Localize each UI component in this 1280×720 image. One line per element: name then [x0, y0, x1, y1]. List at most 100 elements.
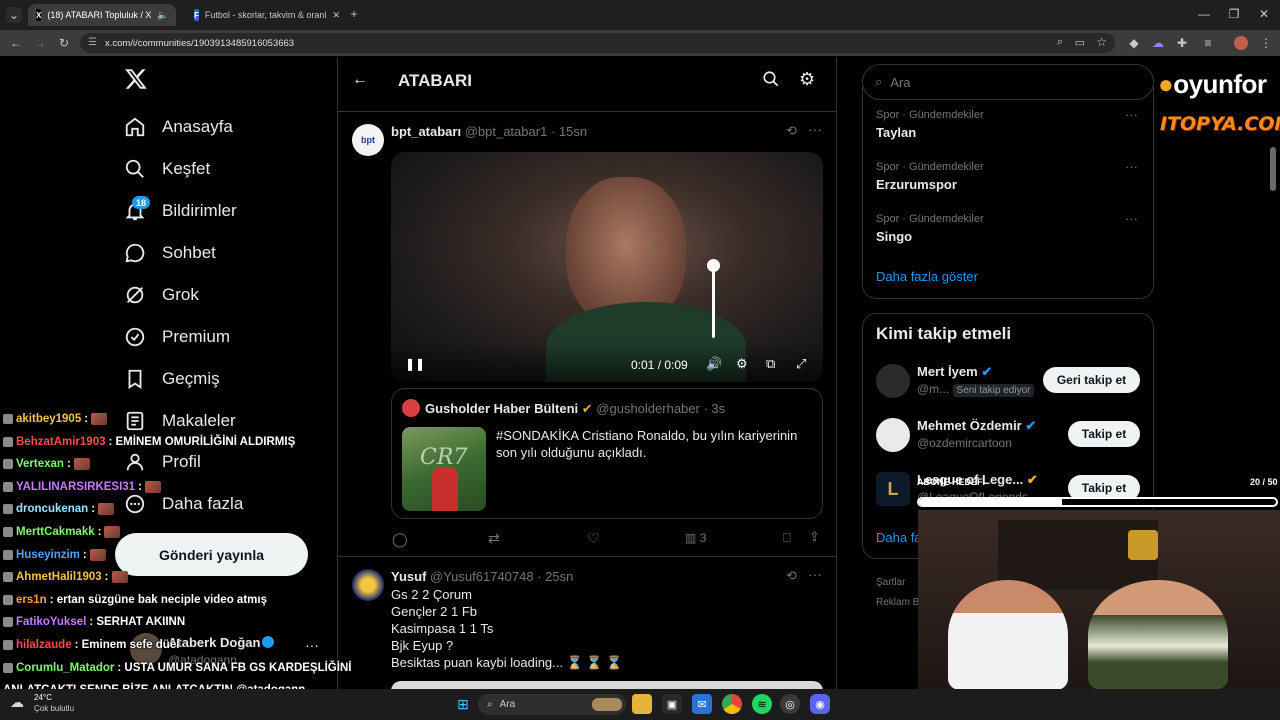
bookmark-action-icon[interactable]: ⎕	[783, 530, 791, 546]
grok-explain-icon[interactable]: ⟲	[786, 568, 797, 584]
tab-close-icon[interactable]: ✕	[332, 10, 340, 21]
sidebar-item-premium[interactable]: Premium	[124, 322, 230, 352]
show-more-link[interactable]: Daha fazla göster	[876, 269, 978, 284]
volume-slider[interactable]	[712, 264, 715, 338]
tab-close-icon[interactable]: ✕	[175, 10, 176, 21]
discord-icon[interactable]: ◉	[810, 694, 830, 714]
extension-icon[interactable]: ◆	[1126, 35, 1142, 51]
quote-tweet[interactable]: Gusholder Haber Bülteni ✔ @gusholderhabe…	[391, 388, 823, 519]
tweet-avatar[interactable]	[352, 569, 384, 601]
windows-taskbar: ☁ 24°C Çok bulutlu ⊞ ⌕ Ara ▣ ✉ ≋ ◎ ◉	[0, 689, 1280, 720]
x-logo-icon[interactable]	[124, 67, 150, 93]
minimize-icon[interactable]: —	[1196, 6, 1212, 22]
tweet-line: Bjk Eyup ?	[391, 638, 454, 653]
tweet-author[interactable]: bpt_atabarı	[391, 124, 461, 139]
follow-name[interactable]: Mert İyem ✔	[917, 364, 992, 380]
footer-terms-link[interactable]: Şartlar	[876, 577, 905, 588]
file-explorer-icon[interactable]	[632, 694, 652, 714]
tweet-more-icon[interactable]: ···	[808, 566, 822, 582]
trend-item[interactable]: Spor · Gündemdekiler Singo	[876, 213, 984, 244]
video-settings-icon[interactable]: ⚙	[736, 356, 748, 372]
new-tab-icon[interactable]: +	[346, 6, 362, 22]
back-icon[interactable]: ←	[8, 35, 24, 51]
zoom-icon[interactable]: ⌕	[1057, 36, 1063, 49]
tweet-time[interactable]: · 25sn	[537, 569, 573, 584]
trend-name: Singo	[876, 229, 913, 244]
volume-slider-handle[interactable]	[707, 259, 720, 272]
pip-icon[interactable]: ⧉	[766, 356, 775, 372]
share-icon[interactable]: ⇪	[809, 529, 820, 545]
tweet-2-media[interactable]	[391, 681, 823, 689]
menu-icon[interactable]: ≡	[1200, 35, 1216, 51]
footer-ads-link[interactable]: Reklam Bi	[876, 597, 922, 608]
show-more-link[interactable]: Daha fa	[876, 530, 922, 545]
back-arrow-icon[interactable]: ←	[352, 71, 368, 89]
settings-gear-icon[interactable]: ⚙	[799, 69, 815, 90]
taskbar-search[interactable]: ⌕ Ara	[478, 694, 626, 715]
tab-x-community[interactable]: X (18) ATABARI Topluluk / X 🔈 ✕	[28, 4, 176, 26]
reply-icon[interactable]: ◯	[392, 531, 408, 548]
tab-mute-icon[interactable]: 🔈	[157, 10, 168, 21]
tweet-more-icon[interactable]: ···	[808, 121, 822, 137]
account-more-icon[interactable]: ···	[305, 637, 319, 653]
mail-icon[interactable]: ✉	[692, 694, 712, 714]
chrome-icon[interactable]	[722, 694, 742, 714]
app-icon[interactable]: ◎	[780, 694, 800, 714]
trend-item[interactable]: Spor · Gündemdekiler Taylan	[876, 109, 984, 140]
tweet-time[interactable]: · 15sn	[551, 124, 587, 139]
tweet-avatar[interactable]: bpt	[352, 124, 384, 156]
sidebar-item-bookmarks[interactable]: Geçmiş	[124, 364, 220, 394]
follow-button[interactable]: Takip et	[1068, 421, 1140, 447]
follow-name[interactable]: Mehmet Özdemir ✔	[917, 418, 1036, 434]
trend-more-icon[interactable]: ···	[1125, 107, 1138, 122]
close-window-icon[interactable]: ✕	[1256, 6, 1272, 22]
like-icon[interactable]: ♡	[587, 530, 600, 547]
follow-avatar[interactable]: L	[876, 472, 910, 506]
follow-avatar[interactable]	[876, 418, 910, 452]
header-search-icon[interactable]	[762, 70, 780, 93]
trend-more-icon[interactable]: ···	[1125, 211, 1138, 226]
follow-avatar[interactable]	[876, 364, 910, 398]
page-scrollbar[interactable]	[1270, 147, 1276, 191]
sidebar-item-profile[interactable]: Profil	[124, 447, 201, 477]
sidebar-item-chat[interactable]: Sohbet	[124, 238, 216, 268]
profile-avatar[interactable]	[1234, 36, 1248, 50]
trend-more-icon[interactable]: ···	[1125, 159, 1138, 174]
forward-icon[interactable]: →	[32, 35, 48, 51]
tweet-handle[interactable]: @bpt_atabar1	[465, 124, 548, 139]
post-button[interactable]: Gönderi yayınla	[115, 533, 308, 576]
store-icon[interactable]: ▣	[662, 694, 682, 714]
reload-icon[interactable]: ↻	[56, 35, 72, 51]
restore-icon[interactable]: ❐	[1226, 6, 1242, 22]
cast-icon[interactable]: ▭	[1075, 36, 1085, 49]
start-windows-icon[interactable]: ⊞	[453, 694, 473, 714]
bookmark-star-icon[interactable]: ☆	[1096, 35, 1107, 49]
sidebar-item-more[interactable]: Daha fazla	[124, 489, 243, 519]
extension-2-icon[interactable]: ☁	[1150, 35, 1166, 51]
spotify-icon[interactable]: ≋	[752, 694, 772, 714]
sidebar-item-home[interactable]: Anasayfa	[124, 112, 233, 142]
tweet-handle[interactable]: @Yusuf61740748	[430, 569, 534, 584]
tweet-video[interactable]: ❚❚ 0:01 / 0:09 🔊 ⚙ ⧉ ⤢	[391, 152, 823, 382]
site-info-icon[interactable]: ☰	[88, 37, 97, 48]
extensions-puzzle-icon[interactable]: ✚	[1174, 35, 1190, 51]
sidebar-item-explore[interactable]: Keşfet	[124, 154, 210, 184]
weather-temp[interactable]: 24°C	[34, 693, 52, 702]
tab-futbol[interactable]: F Futbol - skorlar, takvim & oranl ✕	[186, 4, 341, 26]
follow-back-button[interactable]: Geri takip et	[1043, 367, 1140, 393]
pause-icon[interactable]: ❚❚	[405, 357, 425, 371]
address-bar[interactable]: ☰ x.com/i/communities/190391348591605366…	[80, 33, 1115, 53]
weather-desc[interactable]: Çok bulutlu	[34, 704, 74, 713]
grok-explain-icon[interactable]: ⟲	[786, 123, 797, 139]
more-icon[interactable]: ⋮	[1258, 35, 1274, 51]
tweet-author[interactable]: Yusuf	[391, 569, 426, 584]
retweet-icon[interactable]: ⇄	[488, 530, 500, 547]
views-count[interactable]: ▥ 3	[685, 531, 706, 545]
fullscreen-icon[interactable]: ⤢	[796, 356, 806, 372]
tab-search-icon[interactable]: ⌄	[6, 7, 22, 23]
sidebar-item-articles[interactable]: Makaleler	[124, 406, 236, 436]
sidebar-item-grok[interactable]: Grok	[124, 280, 199, 310]
volume-icon[interactable]: 🔊	[706, 356, 722, 372]
trend-item[interactable]: Spor · Gündemdekiler Erzurumspor	[876, 161, 984, 192]
quote-time: · 3s	[703, 401, 726, 416]
